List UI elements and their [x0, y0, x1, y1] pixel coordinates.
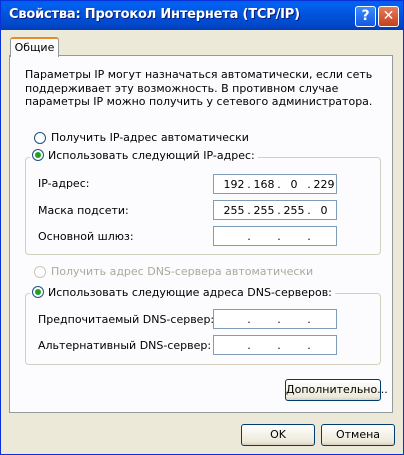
ip-separator: . — [277, 230, 281, 243]
ip-auto-radio[interactable] — [34, 132, 46, 144]
ip-separator: . — [307, 313, 311, 326]
dns-manual-radio-dot — [35, 289, 41, 295]
description-text: Параметры IP могут назначаться автоматич… — [25, 68, 373, 108]
mask-octet-1[interactable]: 255 — [222, 204, 246, 217]
dns-manual-label[interactable]: Использовать следующие адреса DNS-сервер… — [48, 286, 332, 299]
dns-auto-label[interactable]: Получить адрес DNS-сервера автоматически — [51, 265, 313, 278]
ip-separator: . — [247, 339, 251, 352]
preferred-dns-label: Предпочитаемый DNS-сервер: — [38, 313, 215, 326]
preferred-dns-field[interactable]: . . . — [213, 309, 337, 329]
dns-auto-radio[interactable] — [34, 266, 46, 278]
ip-separator: . — [277, 339, 281, 352]
gateway-label: Основной шлюз: — [38, 230, 134, 243]
dns-manual-legend: Использовать следующие адреса DNS-сервер… — [30, 286, 335, 299]
ip-address-label: IP-адрес: — [38, 177, 90, 190]
ip-separator: . — [307, 339, 311, 352]
close-button[interactable]: ✕ — [378, 6, 399, 27]
mask-octet-4[interactable]: 0 — [312, 204, 336, 217]
mask-octet-3[interactable]: 255 — [282, 204, 306, 217]
ip-manual-legend: Использовать следующий IP-адрес: — [30, 149, 258, 162]
ip-address-field[interactable]: 192 . 168 . 0 . 229 — [213, 174, 337, 194]
window-title: Свойства: Протокол Интернета (TCP/IP) — [9, 7, 300, 22]
subnet-mask-label: Маска подсети: — [38, 204, 129, 217]
ip-address-octet-3[interactable]: 0 — [282, 178, 306, 191]
dns-manual-radio[interactable] — [32, 286, 44, 298]
help-button[interactable]: ? — [355, 6, 376, 27]
gateway-field[interactable]: . . . — [213, 226, 337, 246]
mask-octet-2[interactable]: 255 — [252, 204, 276, 217]
ip-separator: . — [307, 230, 311, 243]
tcpip-properties-dialog: Свойства: Протокол Интернета (TCP/IP) ? … — [0, 0, 404, 455]
ip-manual-radio[interactable] — [32, 149, 44, 161]
alternate-dns-label: Альтернативный DNS-сервер: — [38, 339, 212, 352]
ip-manual-label[interactable]: Использовать следующий IP-адрес: — [48, 149, 255, 162]
ip-separator: . — [277, 313, 281, 326]
alternate-dns-field[interactable]: . . . — [213, 335, 337, 355]
ip-auto-label[interactable]: Получить IP-адрес автоматически — [51, 131, 249, 144]
subnet-mask-field[interactable]: 255 . 255 . 255 . 0 — [213, 200, 337, 220]
ip-manual-radio-dot — [35, 152, 41, 158]
ok-button[interactable]: OK — [241, 424, 315, 446]
ip-address-octet-2[interactable]: 168 — [252, 178, 276, 191]
ip-separator: . — [247, 313, 251, 326]
title-bar[interactable]: Свойства: Протокол Интернета (TCP/IP) ? … — [1, 1, 403, 30]
ip-separator: . — [247, 230, 251, 243]
advanced-button[interactable]: Дополнительно... — [285, 379, 388, 401]
ip-address-octet-1[interactable]: 192 — [222, 178, 246, 191]
tab-general[interactable]: Общие — [10, 37, 59, 57]
ip-address-octet-4[interactable]: 229 — [312, 178, 336, 191]
cancel-button[interactable]: Отмена — [321, 424, 395, 446]
